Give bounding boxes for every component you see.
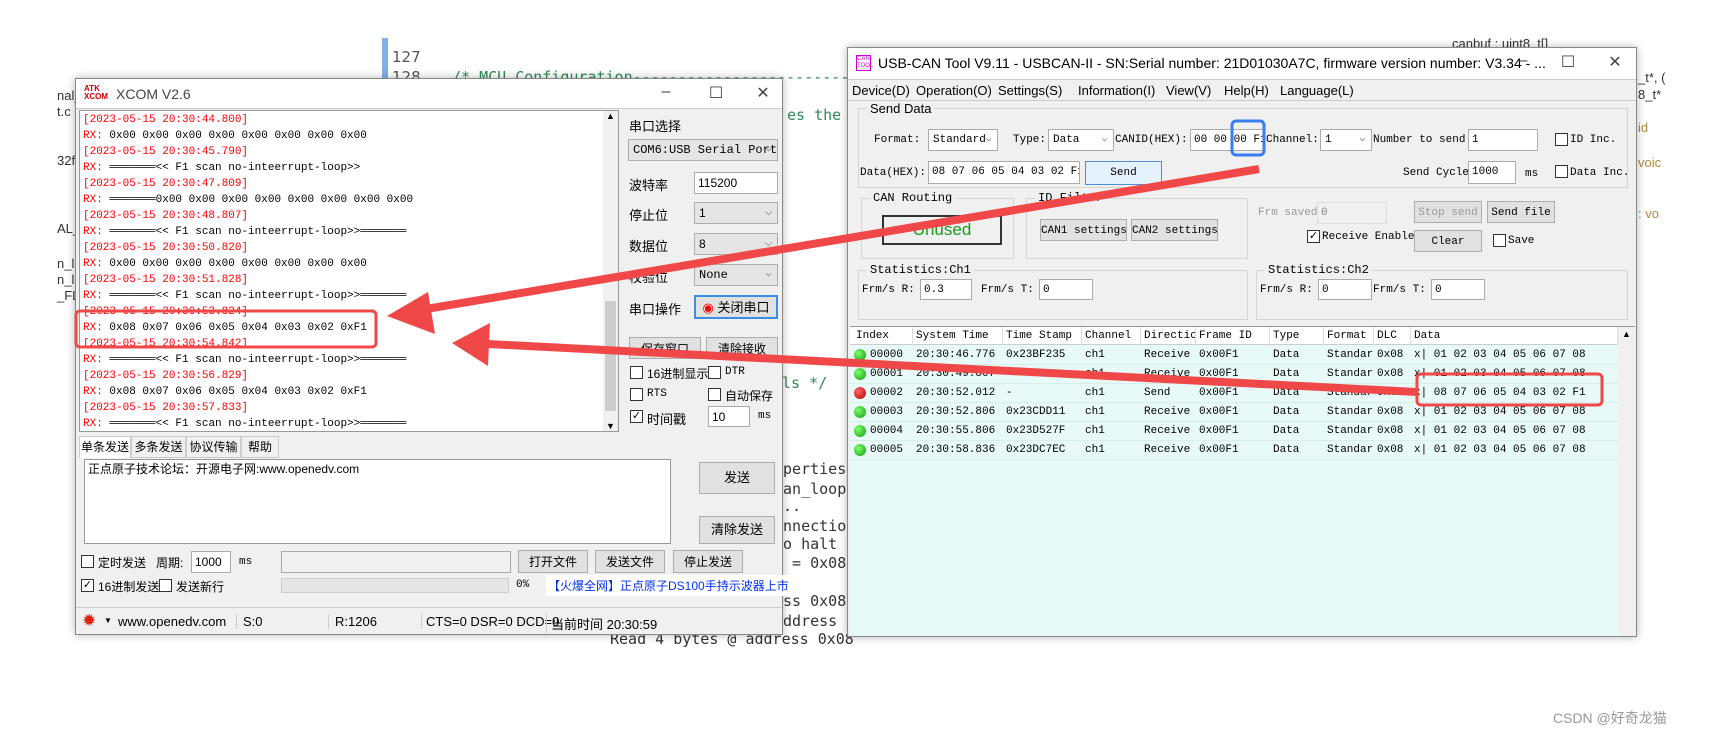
arrow-2-shaft bbox=[487, 340, 1418, 396]
annotation-overlay bbox=[74, 119, 1604, 407]
arrow-1-shaft bbox=[419, 165, 1260, 314]
can-highlight-box bbox=[1415, 372, 1604, 407]
arrow-1-head bbox=[387, 292, 435, 334]
xcom-highlight-box bbox=[74, 309, 378, 349]
arrow-2-head bbox=[452, 323, 490, 366]
canid-highlight-box bbox=[1230, 119, 1266, 157]
